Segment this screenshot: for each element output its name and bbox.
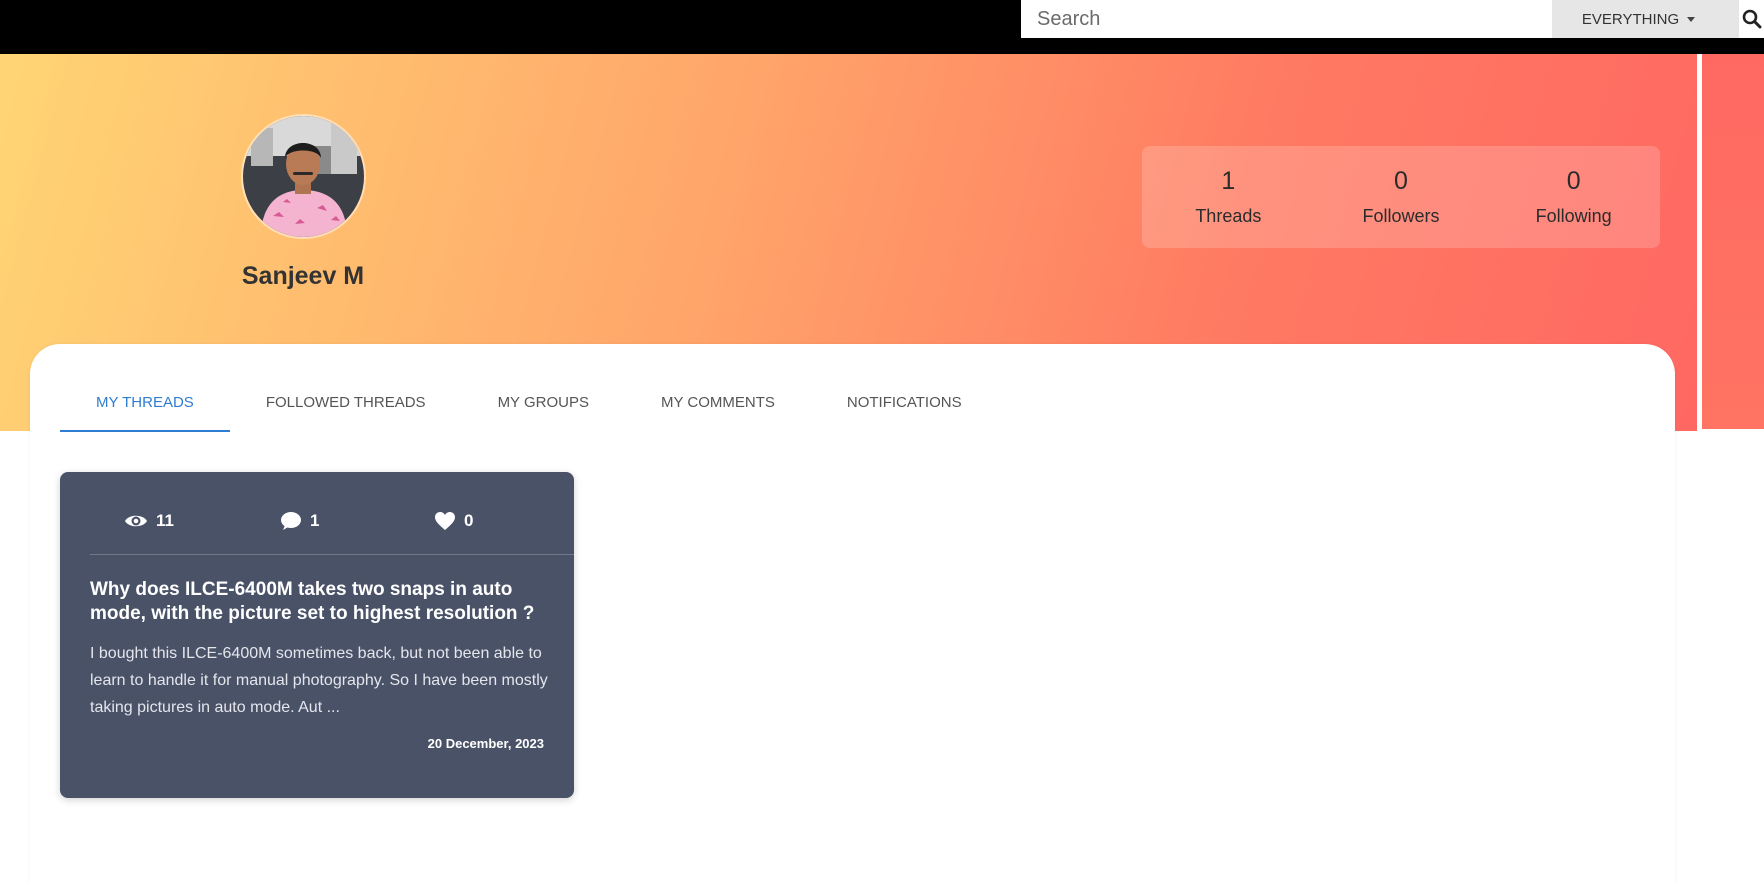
- thread-comments-count: 1: [310, 511, 320, 530]
- stat-value: 0: [1394, 167, 1408, 195]
- search-input[interactable]: [1021, 0, 1552, 38]
- caret-down-icon: [1687, 16, 1696, 22]
- tab-notifications[interactable]: NOTIFICATIONS: [811, 384, 998, 432]
- thread-title[interactable]: Why does ILCE-6400M takes two snaps in a…: [90, 578, 550, 626]
- thread-comments: 1: [280, 511, 319, 531]
- eye-icon: [125, 515, 147, 527]
- avatar[interactable]: [241, 114, 366, 239]
- avatar-image: [243, 116, 364, 237]
- heart-icon: [435, 512, 455, 530]
- tab-my-comments[interactable]: MY COMMENTS: [625, 384, 811, 432]
- thread-likes-count: 0: [464, 511, 474, 530]
- thread-date: 20 December, 2023: [427, 736, 544, 751]
- stat-label: Following: [1535, 206, 1612, 226]
- stat-value: 1: [1221, 167, 1236, 195]
- thread-excerpt: I bought this ILCE-6400M sometimes back,…: [90, 645, 548, 716]
- tab-my-groups[interactable]: MY GROUPS: [462, 384, 625, 432]
- tab-followed-threads[interactable]: FOLLOWED THREADS: [230, 384, 462, 432]
- thread-stats: 11 1 0: [90, 506, 544, 536]
- search-button[interactable]: [1739, 0, 1764, 38]
- stat-threads[interactable]: 1 Threads: [1142, 146, 1315, 248]
- profile-name: Sanjeev M: [241, 262, 365, 290]
- thread-divider: [90, 554, 574, 555]
- stat-label: Threads: [1195, 206, 1262, 226]
- thread-views: 11: [124, 511, 174, 531]
- thread-card[interactable]: 11 1 0 Why does ILCE-6400M takes two sna…: [60, 472, 574, 798]
- search-bar-gap: [1725, 0, 1739, 38]
- stat-label: Followers: [1362, 206, 1440, 226]
- search-scope-dropdown[interactable]: EVERYTHING: [1552, 0, 1725, 38]
- banner-side-panel: [1702, 54, 1764, 429]
- thread-views-count: 11: [156, 511, 174, 530]
- profile-stats: 1 Threads 0 Followers 0 Following: [1142, 146, 1660, 248]
- search-icon: [1742, 9, 1761, 29]
- tab-my-threads[interactable]: MY THREADS: [60, 384, 230, 432]
- profile-tabs: MY THREADS FOLLOWED THREADS MY GROUPS MY…: [60, 384, 998, 432]
- stat-value: 0: [1566, 167, 1581, 195]
- content-panel: MY THREADS FOLLOWED THREADS MY GROUPS MY…: [30, 344, 1675, 884]
- search-scope-label: EVERYTHING: [1581, 10, 1680, 28]
- stat-followers[interactable]: 0 Followers: [1315, 146, 1488, 248]
- stat-following[interactable]: 0 Following: [1487, 146, 1660, 248]
- comment-icon: [281, 512, 301, 530]
- thread-likes: 0: [434, 511, 473, 531]
